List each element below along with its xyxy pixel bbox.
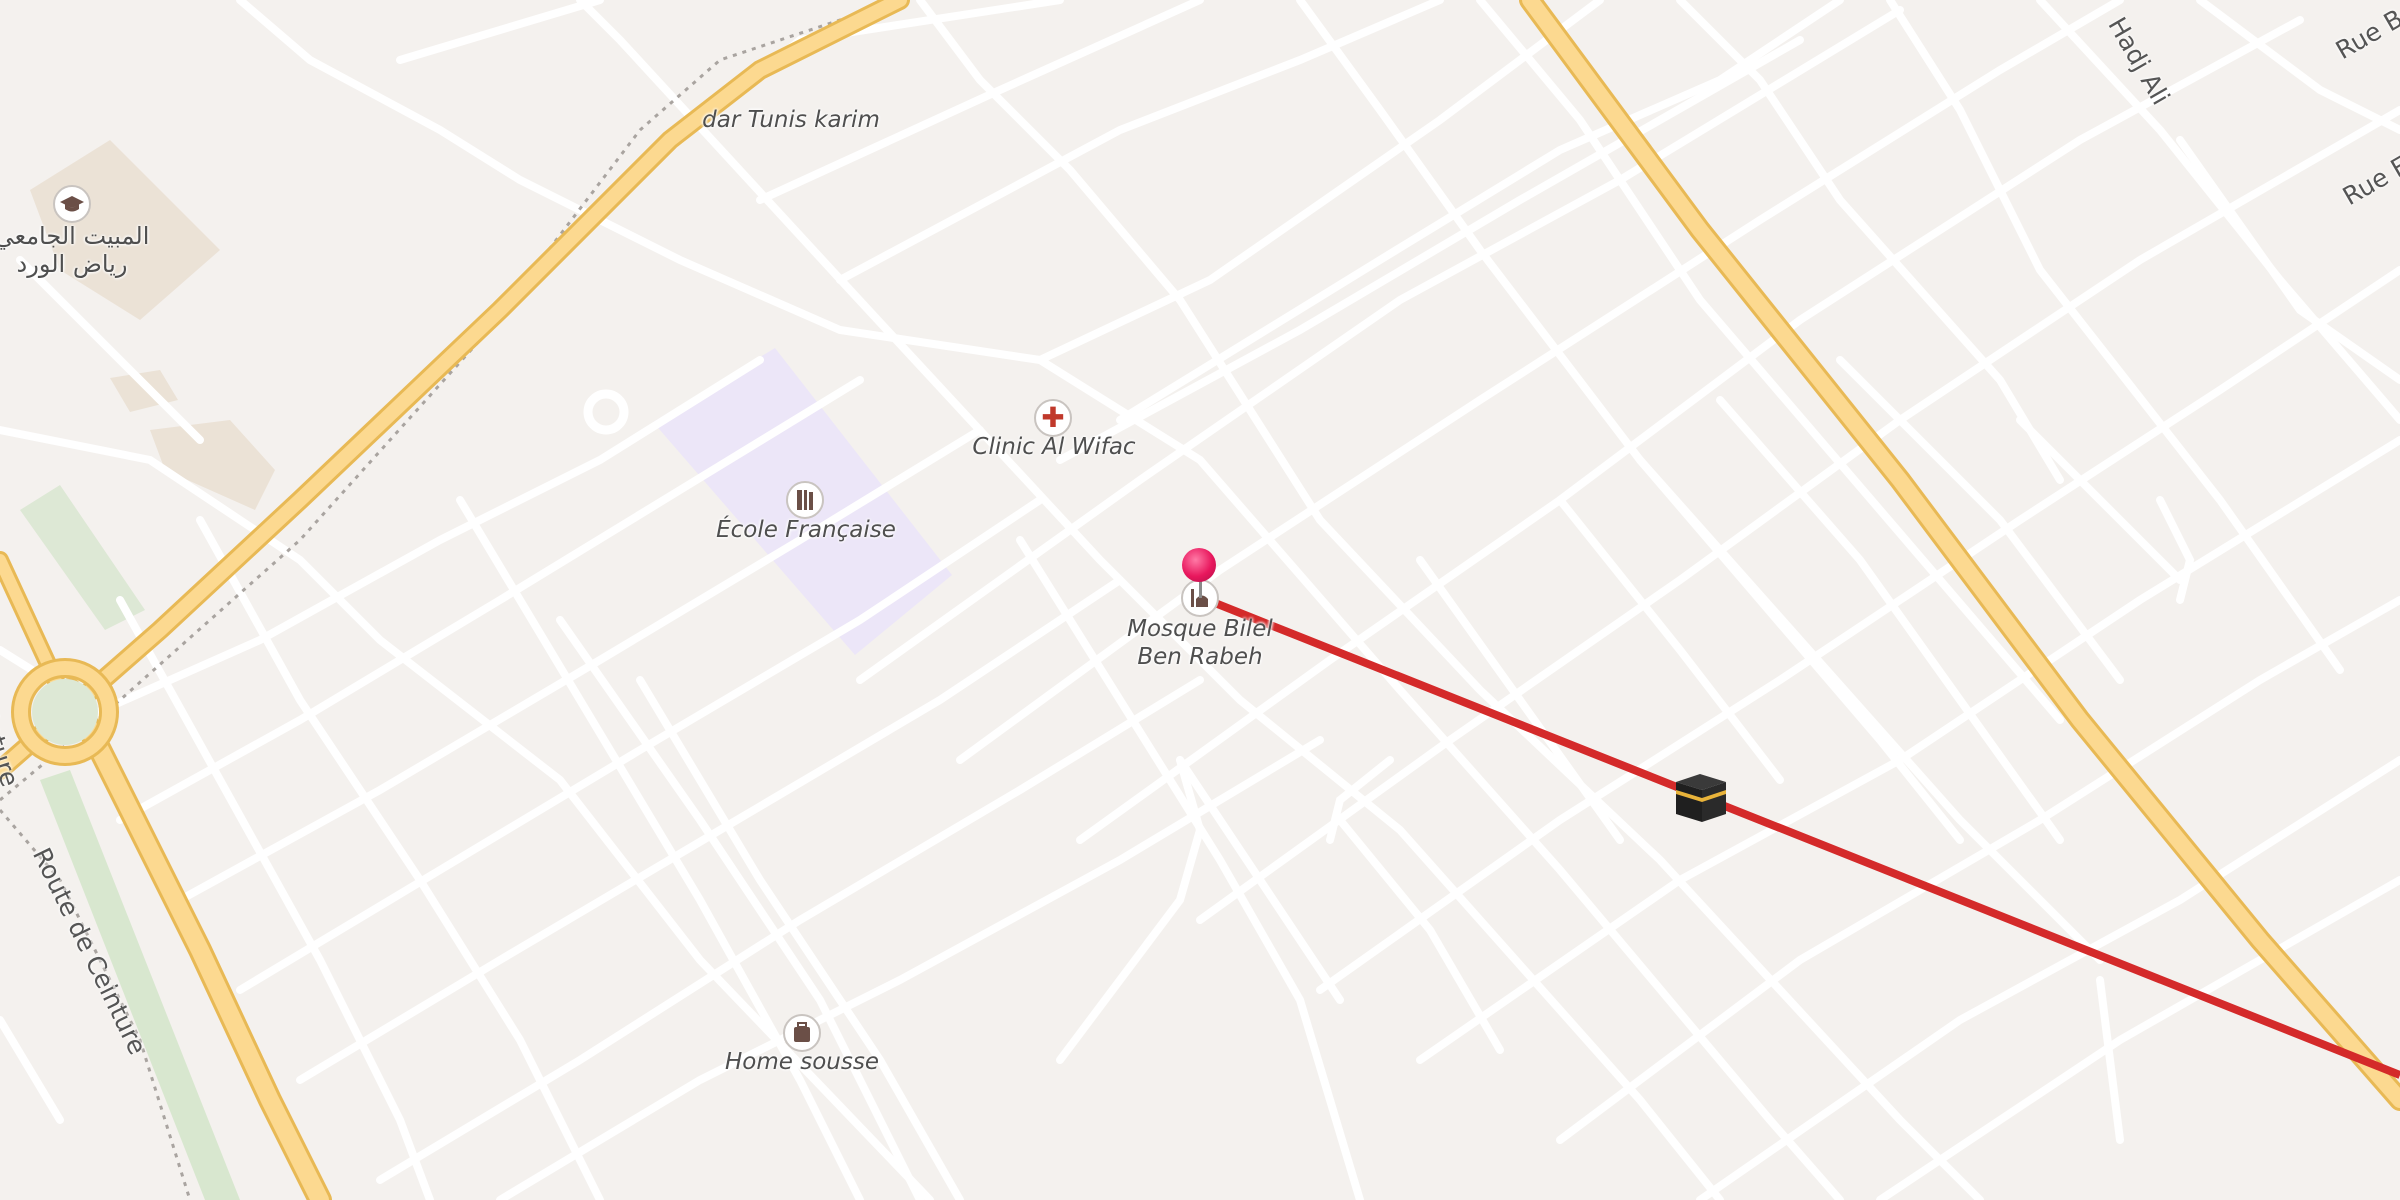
place-label-university-line1: المبيت الجامعي xyxy=(0,222,150,250)
place-label-university-line2: رياض الورد xyxy=(16,250,128,278)
building xyxy=(150,420,275,510)
place-label-ecole[interactable]: École Française xyxy=(716,516,896,544)
location-pin-icon[interactable] xyxy=(1182,548,1218,600)
book-icon[interactable] xyxy=(786,481,824,519)
luggage-glyph xyxy=(794,1022,810,1042)
pin-head xyxy=(1182,548,1216,582)
graduation-cap-glyph xyxy=(60,196,84,212)
luggage-icon[interactable] xyxy=(783,1014,821,1052)
place-label-dar-tunis[interactable]: dar Tunis karim xyxy=(702,106,880,134)
red-cross-glyph: ✚ xyxy=(1041,401,1065,434)
roundabout-island xyxy=(32,679,98,745)
graduation-cap-icon[interactable] xyxy=(53,185,91,223)
place-label-clinic[interactable]: Clinic Al Wifac xyxy=(972,433,1135,461)
map-view[interactable]: dar Tunis karim Clinic Al Wifac École Fr… xyxy=(0,0,2400,1200)
place-label-home[interactable]: Home sousse xyxy=(725,1048,879,1076)
kaaba-icon[interactable] xyxy=(1672,768,1730,826)
red-cross-icon[interactable]: ✚ xyxy=(1034,399,1072,437)
place-label-mosque-line2: Ben Rabeh xyxy=(1137,644,1263,670)
roundabout xyxy=(583,389,629,435)
place-label-mosque[interactable]: Mosque Bilel Ben Rabeh xyxy=(1127,615,1273,671)
place-label-mosque-line1: Mosque Bilel xyxy=(1127,616,1273,642)
place-label-university[interactable]: المبيت الجامعي رياض الورد xyxy=(0,222,149,278)
book-glyph xyxy=(797,490,813,510)
